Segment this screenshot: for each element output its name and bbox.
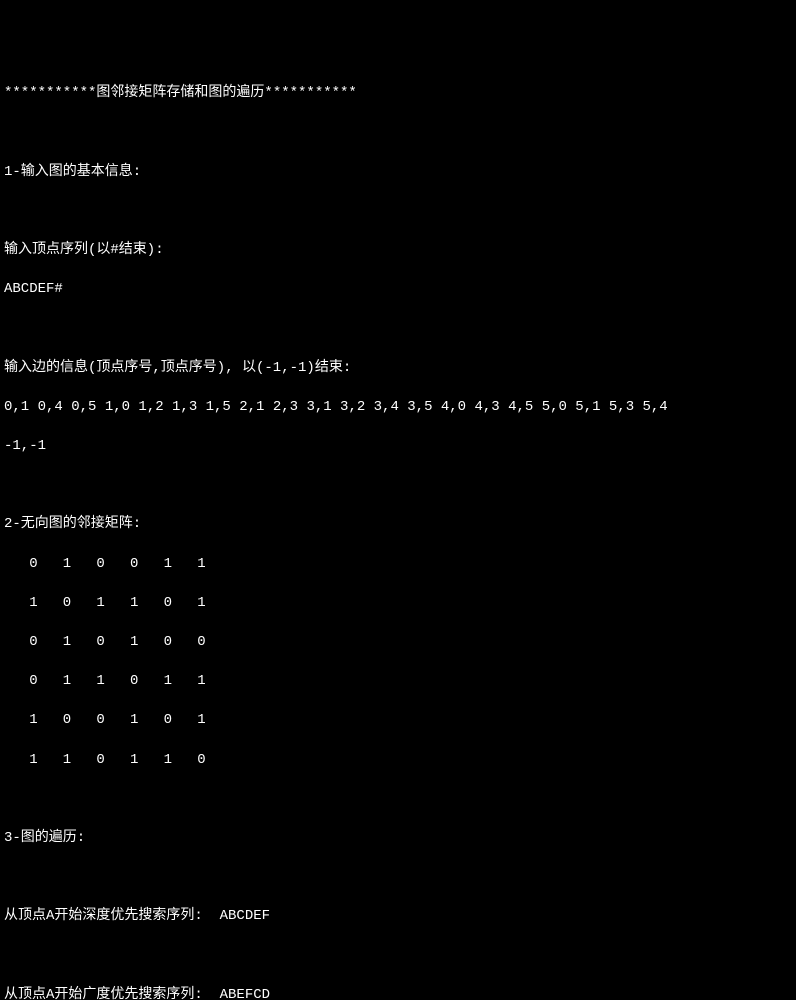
title-line: ***********图邻接矩阵存储和图的遍历***********	[4, 84, 792, 104]
blank-line	[4, 947, 792, 967]
matrix-row: 1 1 0 1 1 0	[4, 751, 792, 771]
bfs-label: 从顶点A开始广度优先搜索序列:	[4, 987, 220, 1000]
edge-input-line1: 0,1 0,4 0,5 1,0 1,2 1,3 1,5 2,1 2,3 3,1 …	[4, 398, 792, 418]
bfs-line: 从顶点A开始广度优先搜索序列: ABEFCD	[4, 986, 792, 1000]
blank-line	[4, 476, 792, 496]
edge-prompt: 输入边的信息(顶点序号,顶点序号), 以(-1,-1)结束:	[4, 359, 792, 379]
matrix-row: 1 0 0 1 0 1	[4, 711, 792, 731]
dfs-line: 从顶点A开始深度优先搜索序列: ABCDEF	[4, 907, 792, 927]
matrix-row: 0 1 1 0 1 1	[4, 672, 792, 692]
section1-heading: 1-输入图的基本信息:	[4, 163, 792, 183]
vertex-prompt: 输入顶点序列(以#结束):	[4, 241, 792, 261]
section2-heading: 2-无向图的邻接矩阵:	[4, 515, 792, 535]
blank-line	[4, 868, 792, 888]
matrix-row: 0 1 0 0 1 1	[4, 555, 792, 575]
dfs-label: 从顶点A开始深度优先搜索序列:	[4, 908, 220, 924]
blank-line	[4, 790, 792, 810]
edge-input-line2: -1,-1	[4, 437, 792, 457]
section3-heading: 3-图的遍历:	[4, 829, 792, 849]
blank-line	[4, 320, 792, 340]
bfs-result: ABEFCD	[220, 987, 270, 1000]
matrix-row: 1 0 1 1 0 1	[4, 594, 792, 614]
dfs-result: ABCDEF	[220, 908, 270, 924]
blank-line	[4, 124, 792, 144]
blank-line	[4, 202, 792, 222]
matrix-row: 0 1 0 1 0 0	[4, 633, 792, 653]
vertex-input: ABCDEF#	[4, 280, 792, 300]
